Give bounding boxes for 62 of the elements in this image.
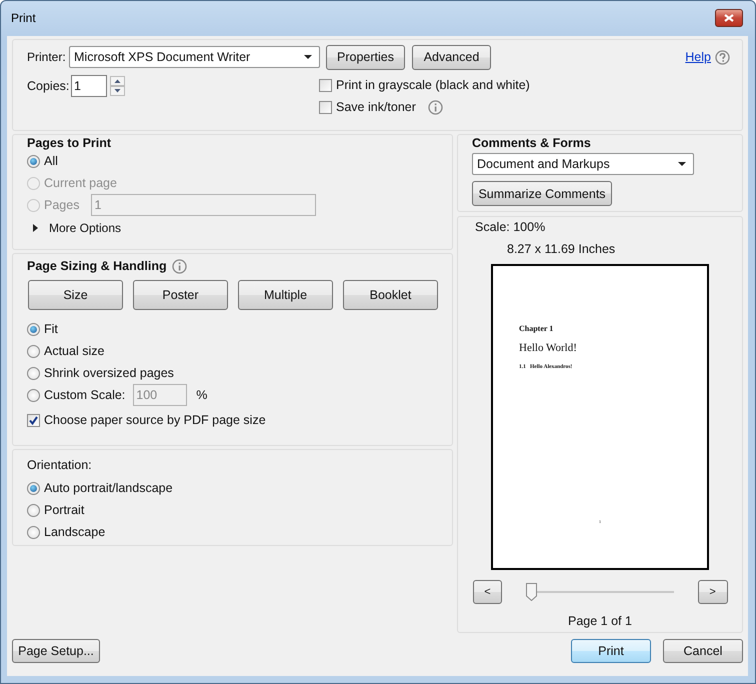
checkbox[interactable] — [319, 100, 332, 114]
sizing-tab-button[interactable]: Poster — [133, 280, 228, 310]
radio-button[interactable] — [27, 504, 40, 516]
radio-label: Fit — [44, 322, 58, 336]
cancel-button[interactable]: Cancel — [663, 639, 743, 663]
section-title: Page Sizing & Handling — [27, 259, 167, 273]
help-link[interactable]: Help — [685, 50, 711, 64]
close-icon — [724, 14, 734, 22]
section-title: Pages to Print — [27, 136, 112, 150]
radio-label: Actual size — [44, 344, 104, 358]
sizing-tab-button[interactable]: Booklet — [343, 280, 438, 310]
page-size-label: 8.27 x 11.69 Inches — [507, 242, 616, 256]
page-heading: Hello World! — [519, 342, 577, 354]
summarize-comments-button[interactable]: Summarize Comments — [472, 181, 612, 206]
sizing-tab-button[interactable]: Multiple — [238, 280, 333, 310]
checkbox-label: Print in grayscale (black and white) — [336, 78, 530, 92]
scale-label: Scale: 100% — [475, 220, 546, 234]
checkbox-label: Save ink/toner — [336, 100, 416, 114]
check-icon — [28, 414, 39, 426]
radio-label: All — [44, 154, 58, 168]
radio-label: Pages — [44, 198, 80, 212]
radio-button[interactable] — [27, 388, 40, 402]
page-count-label: Page 1 of 1 — [568, 614, 632, 628]
radio-label: Current page — [44, 176, 117, 190]
radio-label: Custom Scale: — [44, 388, 126, 402]
checkbox[interactable] — [319, 78, 332, 92]
printer-dropdown[interactable]: Microsoft XPS Document Writer — [69, 46, 320, 68]
chapter-label: Chapter 1 — [519, 324, 554, 333]
checkbox-label: Choose paper source by PDF page size — [44, 413, 266, 427]
radio-button[interactable] — [27, 154, 40, 168]
close-button[interactable] — [715, 9, 743, 27]
radio-button[interactable] — [27, 322, 40, 336]
copies-field[interactable]: 1 — [71, 75, 107, 97]
radio-label: Shrink oversized pages — [44, 366, 174, 380]
radio-label: Auto portrait/landscape — [44, 481, 173, 495]
spinner-control — [110, 76, 125, 96]
previous-page-button[interactable]: < — [472, 580, 502, 604]
unit-label: % — [196, 388, 208, 402]
section-title: Comments & Forms — [472, 136, 592, 150]
radio-label: Landscape — [44, 525, 106, 539]
help-icon — [715, 50, 730, 64]
printer-button[interactable]: Advanced — [412, 44, 491, 70]
printer-button[interactable]: Properties — [326, 44, 405, 70]
radio-button[interactable] — [27, 344, 40, 358]
radio-button[interactable] — [27, 366, 40, 380]
checkbox[interactable] — [27, 414, 40, 426]
printer-label: Printer: — [27, 50, 67, 64]
info-icon — [172, 258, 187, 274]
window-title: Print — [11, 11, 36, 25]
radio-button[interactable] — [27, 526, 40, 538]
page-setup-button[interactable]: Page Setup... — [12, 639, 100, 663]
copies-label: Copies: — [27, 78, 70, 93]
caret-icon — [678, 162, 686, 166]
next-page-button[interactable]: > — [698, 580, 728, 604]
radio-button[interactable] — [27, 482, 40, 494]
sizing-tab-button[interactable]: Size — [28, 280, 123, 310]
radio-label: Portrait — [44, 503, 84, 517]
caret-icon — [304, 55, 312, 59]
section-title: Orientation: — [27, 458, 93, 474]
print-button[interactable]: Print — [571, 639, 651, 663]
comments-dropdown[interactable]: Document and Markups — [472, 153, 694, 175]
more-options-toggle[interactable]: More Options — [49, 221, 122, 235]
